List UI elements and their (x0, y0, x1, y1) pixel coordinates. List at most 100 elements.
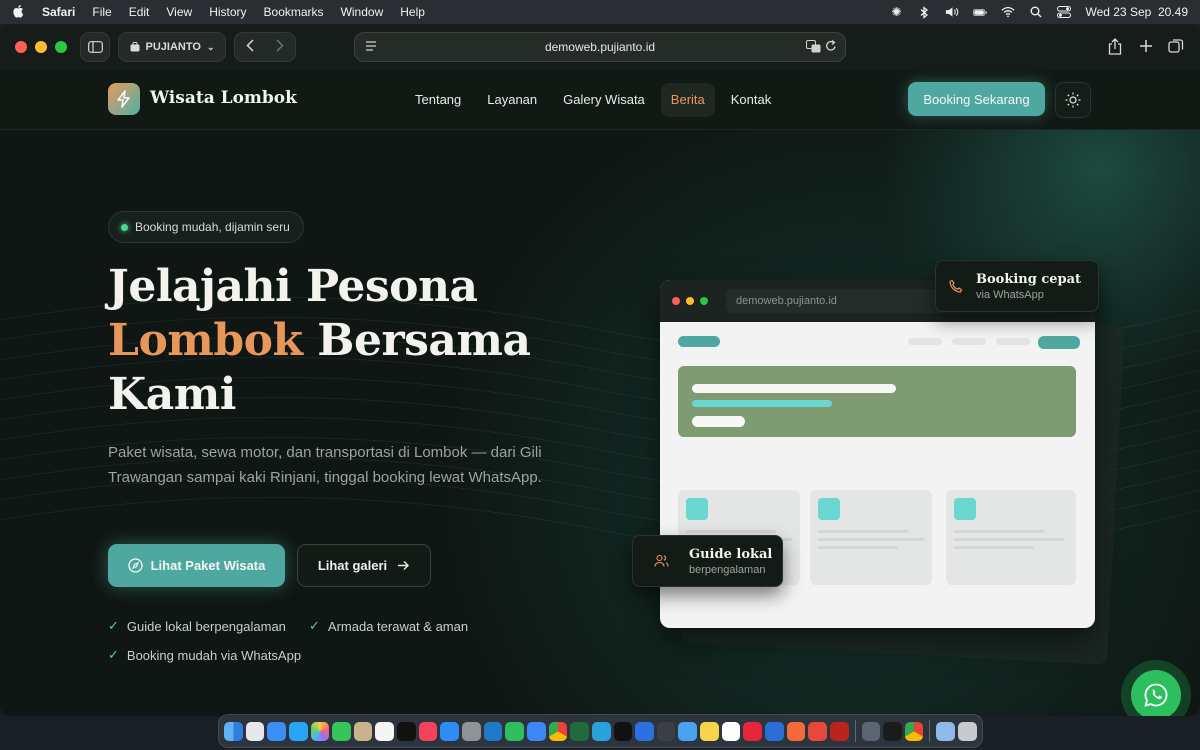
menu-edit[interactable]: Edit (129, 5, 150, 19)
dock-app-notes[interactable] (700, 721, 719, 741)
dock-app-tv[interactable] (397, 721, 416, 741)
dock-app-opera[interactable] (743, 721, 763, 741)
hero-badge: Booking mudah, dijamin seru (108, 211, 304, 243)
menubar-app-name[interactable]: Safari (42, 5, 75, 19)
dock-app-whatsapp[interactable] (505, 721, 524, 741)
dock-app-vscode[interactable] (483, 721, 503, 741)
feature-item: ✓ Armada terawat & aman (309, 618, 468, 634)
nav-layanan[interactable]: Layanan (477, 83, 547, 117)
sparkle-icon[interactable]: ✺ (889, 5, 903, 19)
menu-view[interactable]: View (166, 5, 192, 19)
menu-window[interactable]: Window (341, 5, 384, 19)
forward-button[interactable] (276, 39, 284, 55)
minimize-window-button[interactable] (35, 41, 47, 53)
view-gallery-label: Lihat galeri (317, 558, 388, 573)
view-packages-button[interactable]: Lihat Paket Wisata (108, 544, 285, 587)
dock-app-music[interactable] (418, 721, 438, 741)
booking-now-button[interactable]: Booking Sekarang (908, 82, 1045, 116)
spotlight-search-icon[interactable] (1029, 5, 1043, 19)
reload-icon[interactable] (825, 39, 837, 55)
hero-title-accent: Lombok (108, 315, 303, 366)
dock-app-chrome[interactable] (548, 721, 568, 741)
dock-app-capcut[interactable] (613, 721, 633, 741)
dock-app-telegram[interactable] (591, 721, 611, 741)
volume-icon[interactable] (945, 5, 959, 19)
arrow-right-icon (398, 561, 410, 570)
theme-toggle-button[interactable] (1055, 82, 1091, 118)
back-forward-group (234, 32, 296, 62)
dock-app-filezilla[interactable] (829, 721, 849, 741)
view-gallery-button[interactable]: Lihat galeri (297, 544, 431, 587)
phone-icon (936, 279, 976, 293)
safari-toolbar: PUJIANTO ⌄ demoweb.pujianto.id (0, 24, 1200, 70)
dock-app-capcut-alt[interactable] (721, 721, 741, 741)
menu-bookmarks[interactable]: Bookmarks (264, 5, 324, 19)
apple-menu-icon[interactable] (12, 4, 26, 21)
status-dot (121, 223, 128, 231)
dock-app-photos[interactable] (310, 721, 330, 741)
mockup-hero-line (692, 416, 745, 427)
dock-app-downloads-folder[interactable] (936, 721, 956, 741)
dock-app-ticket[interactable] (808, 721, 827, 741)
dock-app-mail[interactable] (267, 721, 286, 741)
dock-app-star-app[interactable] (786, 721, 806, 741)
dock-app-appstore[interactable] (440, 721, 460, 741)
menu-file[interactable]: File (92, 5, 111, 19)
translate-icon[interactable] (806, 40, 821, 56)
mockup-card-icon (954, 498, 976, 520)
profile-button[interactable]: PUJIANTO ⌄ (118, 32, 226, 62)
chevron-down-icon: ⌄ (206, 41, 215, 52)
hero-title-line2: Bersama (302, 315, 531, 366)
page-menu-icon[interactable] (365, 40, 377, 54)
local-guide-subtitle: berpengalaman (689, 563, 766, 576)
nav-berita[interactable]: Berita (660, 83, 715, 117)
dock-app-chrome-2[interactable] (904, 721, 924, 741)
wifi-icon[interactable] (1001, 5, 1016, 19)
dock-app-finder[interactable] (224, 721, 243, 741)
nav-tentang[interactable]: Tentang (405, 83, 471, 117)
dock-app-contacts[interactable] (353, 721, 373, 741)
mockup-card-line (954, 546, 1034, 549)
share-icon[interactable] (1108, 38, 1122, 60)
menu-help[interactable]: Help (400, 5, 425, 19)
nav-galery-wisata[interactable]: Galery Wisata (553, 83, 655, 117)
close-window-button[interactable] (15, 41, 27, 53)
dock-app-utility[interactable] (656, 721, 676, 741)
dock-app-safari[interactable] (288, 721, 308, 741)
zoom-window-button[interactable] (55, 41, 67, 53)
battery-icon[interactable] (973, 5, 988, 19)
site-brand[interactable]: Wisata Lombok (150, 88, 297, 108)
bluetooth-icon[interactable] (917, 5, 931, 19)
address-bar[interactable]: demoweb.pujianto.id (354, 32, 846, 62)
feature-label: Booking mudah via WhatsApp (126, 647, 302, 663)
dock-app-facetime[interactable] (332, 721, 351, 741)
site-logo[interactable] (108, 83, 140, 115)
macos-menubar: Safari File Edit View History Bookmarks … (0, 0, 1200, 24)
dock-app-word[interactable] (765, 721, 784, 741)
menubar-clock[interactable]: Wed 23 Sep 20.49 (1085, 5, 1188, 19)
dock-app-elephant[interactable] (861, 721, 881, 741)
mockup-hero-line (692, 400, 832, 407)
dock-app-settings[interactable] (462, 721, 481, 741)
control-center-icon[interactable] (1057, 5, 1072, 19)
tab-overview-icon[interactable] (1168, 38, 1184, 59)
compass-icon (127, 558, 143, 573)
hero-title-line1: Jelajahi Pesona (108, 261, 478, 312)
dock-app-terminal-green[interactable] (570, 721, 589, 741)
mockup-dot-red (672, 297, 680, 305)
dock-app-arc[interactable] (526, 721, 546, 741)
dock-app-launchpad[interactable] (245, 721, 265, 741)
nav-kontak[interactable]: Kontak (721, 83, 781, 117)
sidebar-toggle-button[interactable] (80, 32, 110, 62)
dock-app-qq[interactable] (635, 721, 654, 741)
dock-app-terminal[interactable] (883, 721, 902, 741)
mockup-card-icon (686, 498, 708, 520)
dock-app-finder-alt[interactable] (678, 721, 698, 741)
dock-app-trash[interactable] (958, 721, 977, 741)
dock-separator (929, 720, 931, 742)
dock-app-reminders[interactable] (375, 721, 395, 741)
back-button[interactable] (246, 39, 254, 55)
mockup-card-line (954, 530, 1044, 533)
menu-history[interactable]: History (209, 5, 246, 19)
new-tab-icon[interactable] (1139, 39, 1153, 58)
